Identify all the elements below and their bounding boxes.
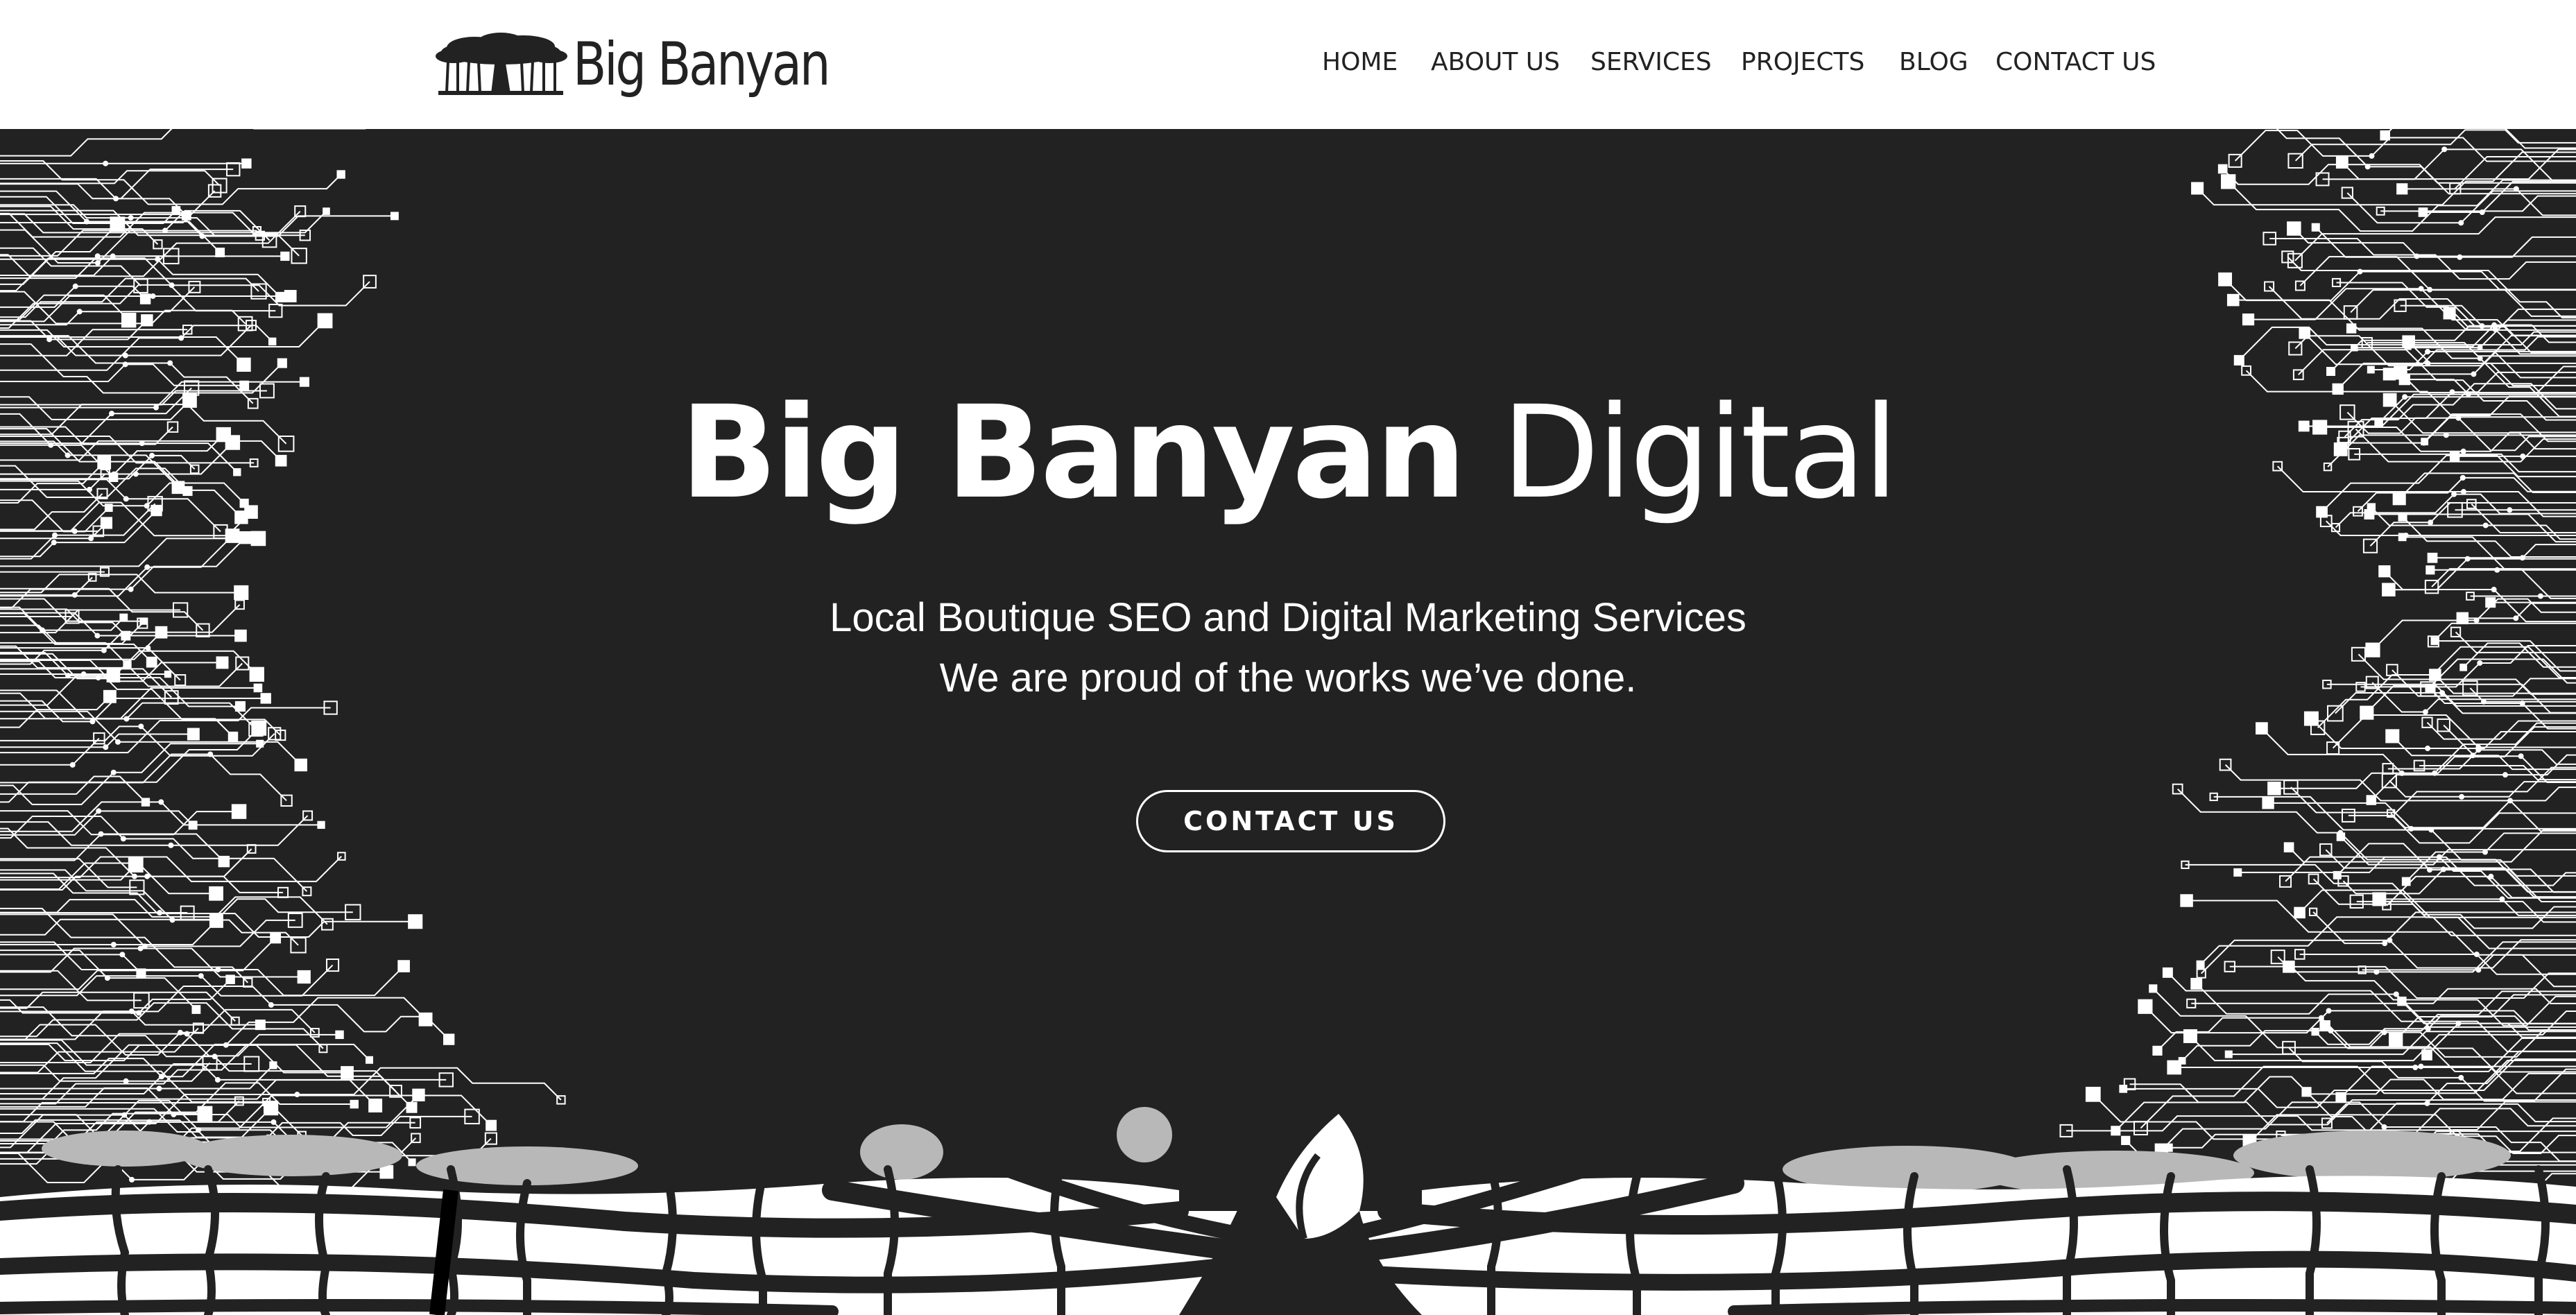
nav-contact-us[interactable]: CONTACT US: [1995, 44, 2156, 80]
contact-us-button[interactable]: CONTACT US: [1136, 790, 1445, 852]
nav-home[interactable]: HOME: [1322, 44, 1398, 80]
hero-title-bold: Big Banyan: [680, 379, 1467, 527]
main-nav: HOME ABOUT US SERVICES PROJECTS BLOG CON…: [0, 44, 2576, 80]
nav-blog[interactable]: BLOG: [1899, 44, 1968, 80]
nav-about-us[interactable]: ABOUT US: [1431, 44, 1560, 80]
hero-title: Big Banyan Digital: [0, 389, 2576, 517]
nav-projects[interactable]: PROJECTS: [1741, 44, 1864, 80]
banyan-roots-graphic: [0, 1107, 2576, 1315]
hero-section: Big Banyan Digital Local Boutique SEO an…: [0, 129, 2576, 1315]
hero-title-light: Digital: [1501, 379, 1899, 527]
hero-tagline: We are proud of the works we’ve done.: [939, 655, 1637, 701]
site-header: Big Banyan HOME ABOUT US SERVICES PROJEC…: [0, 0, 2576, 129]
nav-services[interactable]: SERVICES: [1590, 44, 1712, 80]
hero-subtitle: Local Boutique SEO and Digital Marketing…: [830, 595, 1746, 640]
